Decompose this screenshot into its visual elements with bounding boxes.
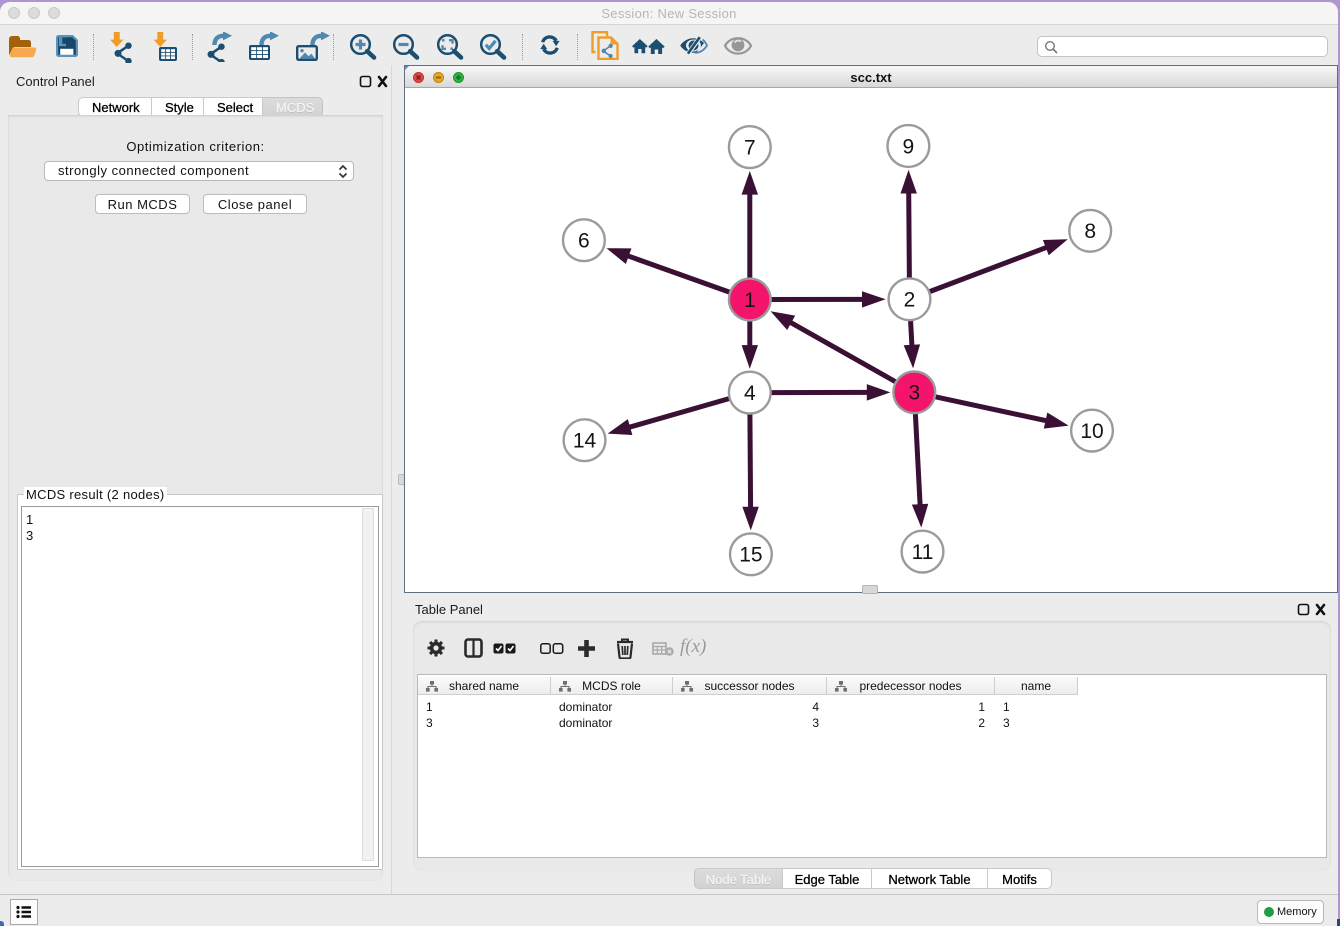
svg-text:8: 8 xyxy=(1084,220,1096,243)
svg-text:10: 10 xyxy=(1080,420,1103,443)
svg-text:15: 15 xyxy=(739,544,762,567)
svg-text:11: 11 xyxy=(912,541,934,564)
svg-text:7: 7 xyxy=(744,136,756,159)
svg-text:3: 3 xyxy=(908,382,920,405)
svg-text:1: 1 xyxy=(744,289,756,312)
svg-text:6: 6 xyxy=(578,230,590,253)
svg-text:4: 4 xyxy=(744,382,756,405)
svg-text:9: 9 xyxy=(903,135,915,158)
svg-text:14: 14 xyxy=(573,430,597,453)
svg-text:2: 2 xyxy=(904,289,916,312)
